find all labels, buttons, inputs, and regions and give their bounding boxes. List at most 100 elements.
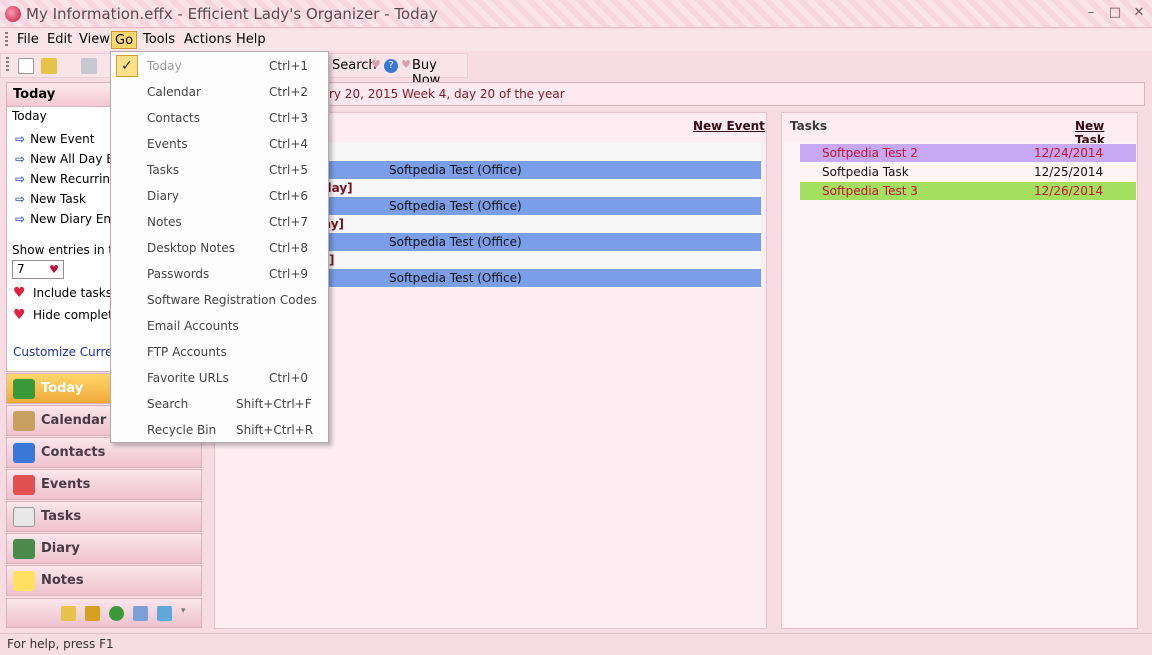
tasks-panel: Tasks New Task Softpedia Test 2 12/24/20…	[781, 112, 1138, 629]
menu-item-label: Calendar	[147, 85, 201, 99]
open-folder-icon[interactable]	[41, 58, 57, 74]
nav-tasks[interactable]: Tasks	[6, 501, 202, 532]
menu-item-shortcut: Shift+Ctrl+R	[236, 423, 314, 437]
hide-completed-checkbox[interactable]: ♥	[13, 308, 27, 322]
menu-go[interactable]: Go	[111, 31, 138, 49]
app-logo-icon	[5, 6, 21, 22]
menu-tools[interactable]: Tools	[140, 31, 178, 49]
menu-item-shortcut: Ctrl+0	[269, 371, 309, 385]
nav-shortcut-bar: ▾	[6, 598, 202, 628]
menu-item-shortcut: Ctrl+3	[269, 111, 309, 125]
help-icon[interactable]: ?	[384, 59, 398, 73]
menu-actions[interactable]: Actions	[181, 31, 235, 49]
menu-item-shortcut: Ctrl+1	[269, 59, 309, 73]
menu-item-shortcut: Ctrl+5	[269, 163, 309, 177]
go-menu-item-desktop-notes[interactable]: Desktop Notes Ctrl+8	[111, 235, 328, 261]
arrow-right-icon: ⇨	[15, 132, 26, 146]
maximize-button[interactable]: □	[1104, 4, 1126, 22]
search-button[interactable]: Search	[332, 58, 377, 73]
menu-bar: File Edit View Go Tools Actions Help	[0, 29, 1152, 51]
status-text: For help, press F1	[7, 637, 114, 651]
nav-notes[interactable]: Notes	[6, 565, 202, 596]
menu-item-label: Recycle Bin	[147, 423, 217, 437]
go-menu-item-ftp-accounts[interactable]: FTP Accounts	[111, 339, 328, 365]
menu-view[interactable]: View	[76, 31, 113, 49]
nav-diary[interactable]: Diary	[6, 533, 202, 564]
go-menu-item-favorite-urls[interactable]: Favorite URLs Ctrl+0	[111, 365, 328, 391]
new-event-button[interactable]: New Event	[693, 119, 765, 133]
key-icon[interactable]	[85, 606, 100, 621]
go-menu-item-recycle-bin[interactable]: Recycle Bin Shift+Ctrl+R	[111, 417, 328, 443]
events-icon	[13, 475, 35, 495]
new-event-link[interactable]: ⇨ New Event	[15, 129, 94, 149]
menu-item-shortcut: Ctrl+9	[269, 267, 309, 281]
menu-item-shortcut: Ctrl+6	[269, 189, 309, 203]
arrow-right-icon: ⇨	[15, 152, 26, 166]
go-menu-item-email-accounts[interactable]: Email Accounts	[111, 313, 328, 339]
print-icon[interactable]	[81, 58, 97, 74]
close-button[interactable]: ✕	[1128, 4, 1150, 22]
window-title: My Information.effx - Efficient Lady's O…	[26, 5, 438, 23]
new-task-link[interactable]: ⇨ New Task	[15, 189, 86, 209]
status-bar: For help, press F1	[0, 633, 1152, 655]
new-recurring-link[interactable]: ⇨ New Recurring I	[15, 169, 125, 189]
menu-item-label: Events	[147, 137, 188, 151]
menu-item-label: Search	[147, 397, 189, 411]
heart-separator-icon: ♥	[401, 58, 411, 71]
go-menu-item-software-registration-codes[interactable]: Software Registration Codes	[111, 287, 328, 313]
go-menu-item-calendar[interactable]: Calendar Ctrl+2	[111, 79, 328, 105]
tasks-list	[784, 143, 1136, 627]
menu-item-label: Tasks	[147, 163, 180, 177]
menu-file[interactable]: File	[14, 31, 42, 49]
menu-item-shortcut: Shift+Ctrl+F	[236, 397, 312, 411]
desktop-notes-icon[interactable]	[61, 606, 76, 621]
menu-item-label: Notes	[147, 215, 182, 229]
new-document-icon[interactable]	[18, 58, 34, 74]
days-spinner[interactable]: 7 ♥	[12, 260, 64, 279]
menu-item-shortcut: Ctrl+7	[269, 215, 309, 229]
go-menu-item-events[interactable]: Events Ctrl+4	[111, 131, 328, 157]
menubar-grip[interactable]	[5, 32, 8, 48]
arrow-right-icon: ⇨	[15, 172, 26, 186]
recycle-icon[interactable]	[157, 606, 172, 621]
day-label: ]	[329, 253, 335, 267]
task-row[interactable]: Softpedia Test 3 12/26/2014	[800, 182, 1136, 200]
go-menu-item-tasks[interactable]: Tasks Ctrl+5	[111, 157, 328, 183]
toolbar-grip[interactable]	[6, 57, 9, 73]
heart-dropdown-icon[interactable]: ♥	[49, 261, 59, 278]
go-menu-item-notes[interactable]: Notes Ctrl+7	[111, 209, 328, 235]
go-menu-item-contacts[interactable]: Contacts Ctrl+3	[111, 105, 328, 131]
include-tasks-checkbox[interactable]: ♥	[13, 286, 27, 300]
menu-item-label: Passwords	[147, 267, 210, 281]
checkmark-icon: ✓	[116, 55, 138, 77]
search-icon[interactable]	[133, 606, 148, 621]
task-row[interactable]: Softpedia Task 12/25/2014	[800, 163, 1136, 181]
go-menu-item-diary[interactable]: Diary Ctrl+6	[111, 183, 328, 209]
date-banner: uary 20, 2015 Week 4, day 20 of the year	[208, 82, 1145, 106]
go-menu-dropdown: ✓ Today Ctrl+1 Calendar Ctrl+2 Contacts Ctrl+3…	[110, 51, 329, 443]
menu-item-label: FTP Accounts	[147, 345, 227, 359]
task-row[interactable]: Softpedia Test 2 12/24/2014	[800, 144, 1136, 162]
menu-item-shortcut: Ctrl+8	[269, 241, 309, 255]
go-menu-item-today[interactable]: ✓ Today Ctrl+1	[111, 53, 328, 79]
title-bar: My Information.effx - Efficient Lady's O…	[0, 0, 1152, 28]
chevron-down-icon[interactable]: ▾	[181, 606, 196, 621]
calendar-icon	[13, 411, 35, 431]
menu-item-label: Today	[147, 59, 182, 73]
go-menu-item-search[interactable]: Search Shift+Ctrl+F	[111, 391, 328, 417]
menu-item-label: Desktop Notes	[147, 241, 235, 255]
arrow-right-icon: ⇨	[15, 192, 26, 206]
heart-separator-icon: ♥	[371, 58, 381, 71]
house-icon	[13, 379, 35, 399]
menu-item-label: Software Registration Codes	[147, 293, 317, 307]
menu-item-label: Diary	[147, 189, 179, 203]
minimize-button[interactable]: –	[1080, 4, 1102, 22]
menu-edit[interactable]: Edit	[44, 31, 75, 49]
menu-help[interactable]: Help	[233, 31, 269, 49]
go-menu-item-passwords[interactable]: Passwords Ctrl+9	[111, 261, 328, 287]
menu-item-label: Favorite URLs	[147, 371, 229, 385]
tasks-header: Tasks	[790, 119, 828, 133]
globe-icon[interactable]	[109, 606, 124, 621]
tasks-icon	[13, 507, 35, 527]
nav-events[interactable]: Events	[6, 469, 202, 500]
